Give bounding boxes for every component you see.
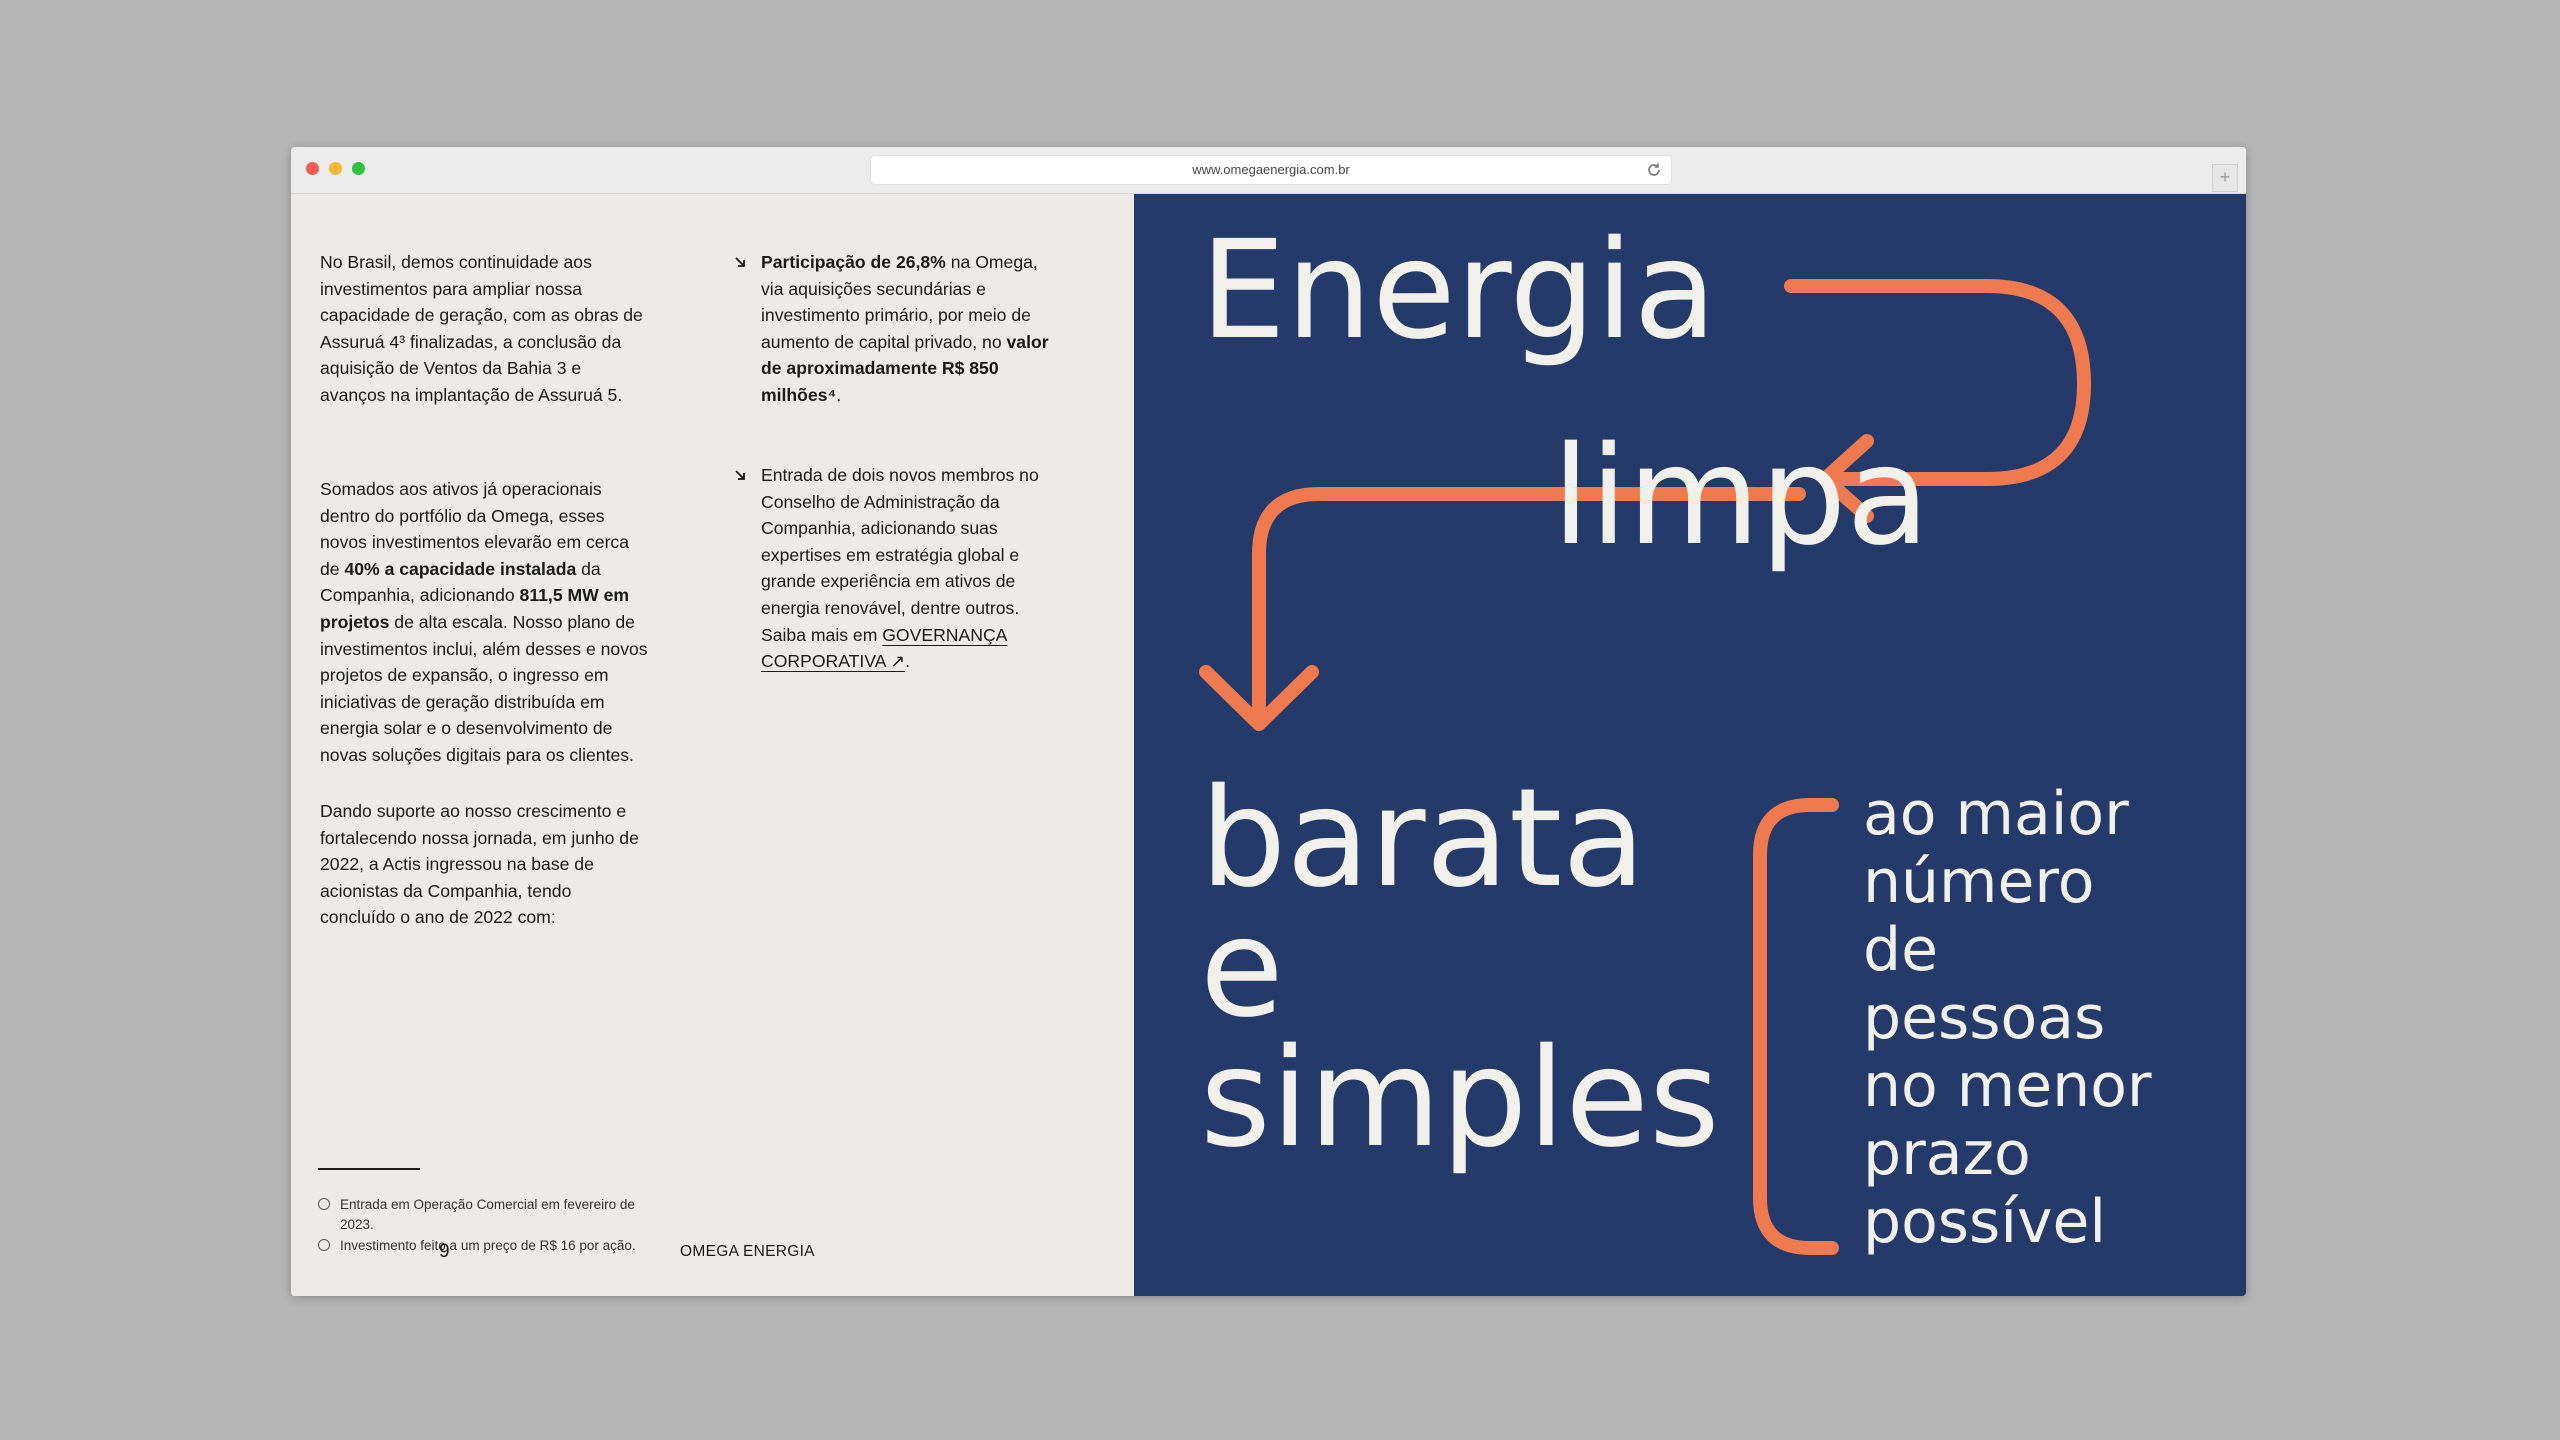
page-number: 9 [439, 1241, 450, 1262]
footnote-divider [318, 1168, 420, 1170]
address-bar[interactable]: www.omegaenergia.com.br [871, 156, 1671, 184]
tagline-line: possível [1863, 1187, 2107, 1257]
tagline-line: pessoas [1863, 983, 2106, 1053]
new-tab-button[interactable]: + [2212, 164, 2238, 192]
footnote-4: Investimento feito a um preço de R$ 16 p… [318, 1236, 670, 1256]
url-text: www.omegaenergia.com.br [1192, 162, 1350, 177]
headline-barata: barata [1200, 760, 1646, 918]
tagline-line: no menor [1863, 1051, 2152, 1121]
paragraph-1: No Brasil, demos continuidade aos invest… [320, 252, 643, 405]
headline-energia: Energia [1200, 212, 1717, 370]
left-page: No Brasil, demos continuidade aos invest… [291, 194, 1134, 1296]
tagline-line: número [1863, 847, 2095, 917]
footnote-3: Entrada em Operação Comercial em feverei… [318, 1195, 670, 1235]
zoom-window-button[interactable] [352, 162, 365, 175]
footnote-marker-icon [318, 1198, 330, 1210]
footnote-marker-icon [318, 1239, 330, 1251]
browser-titlebar: www.omegaenergia.com.br + [291, 147, 2246, 194]
arrow-down-right-icon [735, 257, 745, 267]
tagline-line: de [1863, 915, 1938, 985]
close-window-button[interactable] [306, 162, 319, 175]
headline-limpa: limpa [1552, 418, 1930, 576]
paragraph-2: Somados aos ativos já operacionais dentr… [320, 479, 648, 765]
bullet-item-board: Entrada de dois novos membros no Conselh… [735, 462, 1051, 675]
reload-icon[interactable] [1645, 161, 1663, 179]
arrow-down-right-icon [735, 470, 745, 480]
right-page-hero: Energia limpa barata e simples ao maior … [1134, 194, 2246, 1296]
tagline-line: prazo [1863, 1119, 2031, 1189]
tagline-stack: ao maior número de pessoas no menor praz… [1863, 780, 2152, 1256]
bullet-item-participation: Participação de 26,8% na Omega, via aqui… [735, 249, 1051, 409]
minimize-window-button[interactable] [329, 162, 342, 175]
paragraph-3: Dando suporte ao nosso crescimento e for… [320, 801, 639, 928]
tagline-line: ao maior [1863, 779, 2129, 849]
brand-footer: OMEGA ENERGIA [680, 1243, 815, 1260]
headline-e: e [1200, 890, 1284, 1048]
headline-simples: simples [1200, 1020, 1720, 1178]
browser-window: www.omegaenergia.com.br + No Brasil, dem… [291, 147, 2246, 1296]
